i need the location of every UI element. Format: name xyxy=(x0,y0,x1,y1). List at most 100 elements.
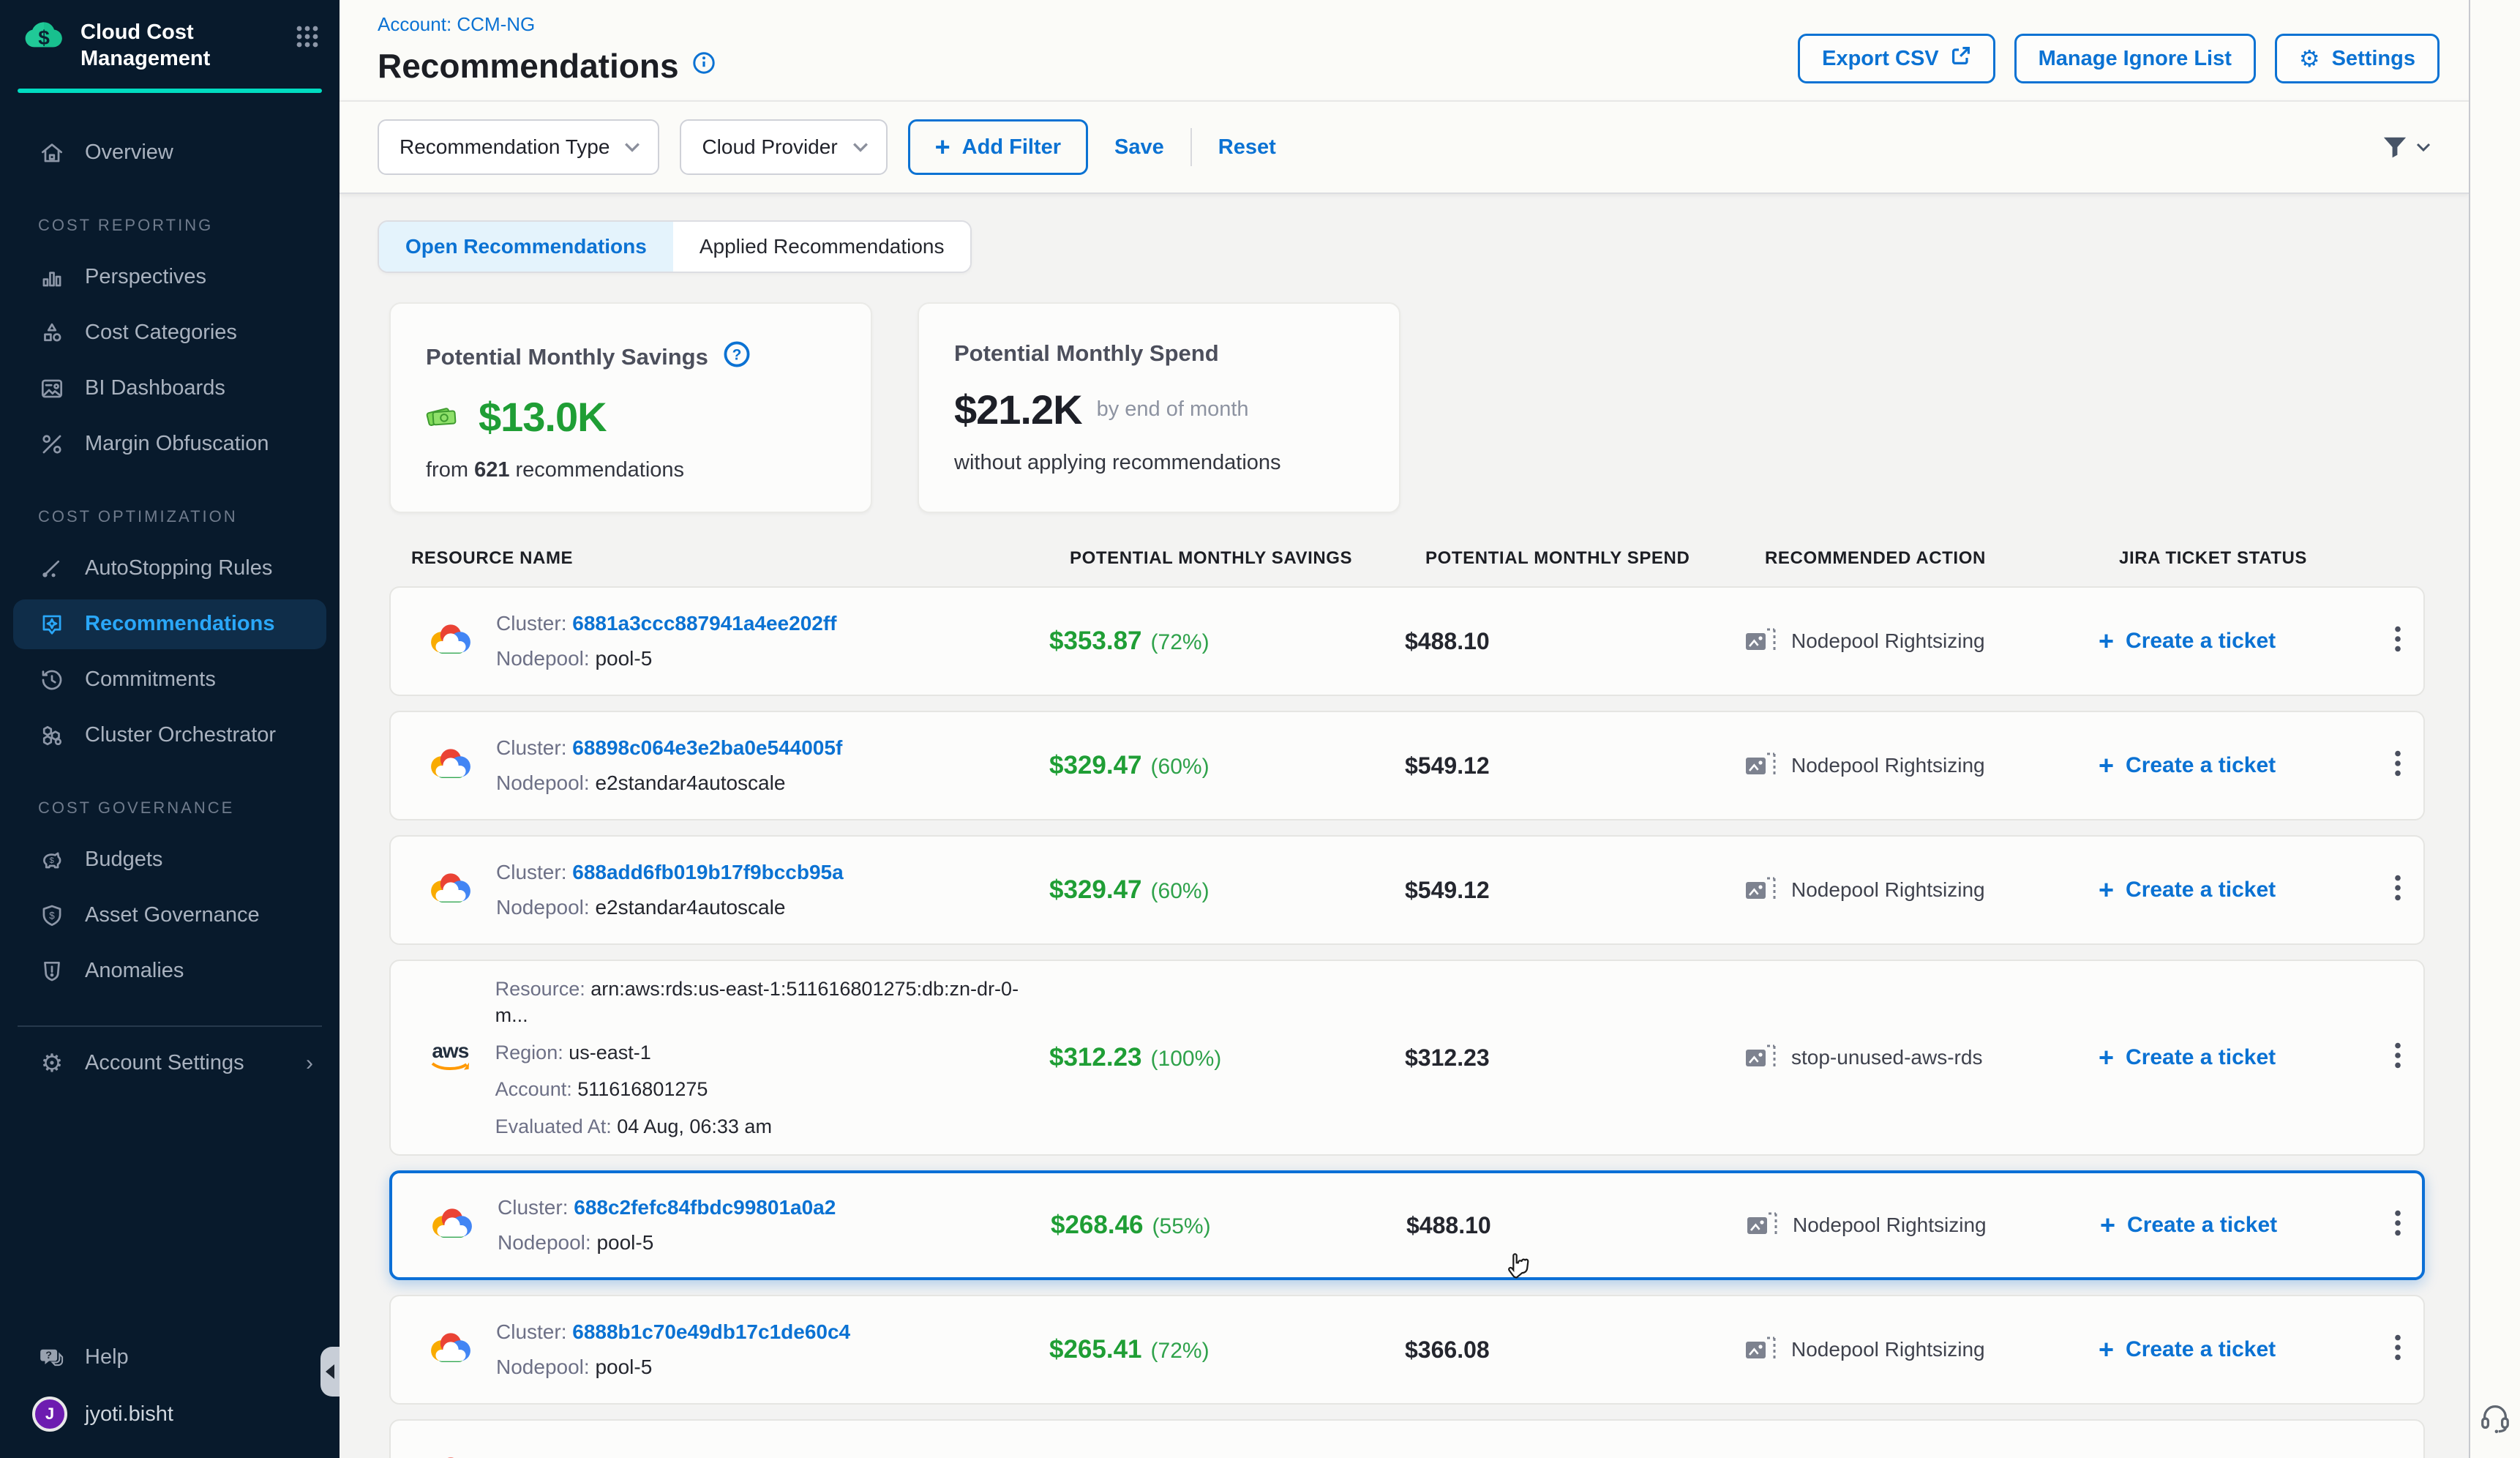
account-breadcrumb[interactable]: Account: CCM-NG xyxy=(378,13,716,36)
detail-label: Nodepool: xyxy=(496,896,595,919)
svg-text:$: $ xyxy=(50,856,54,865)
sidebar-item-label: Commitments xyxy=(85,668,216,692)
resource-detail-line: Cluster: 6881a3ccc887941a4ee202ff xyxy=(496,610,837,638)
action-label: stop-unused-aws-rds xyxy=(1791,1046,1982,1069)
sidebar-item-account-settings[interactable]: ⚙Account Settings› xyxy=(0,1039,340,1088)
sidebar-divider xyxy=(18,1025,322,1027)
sidebar-item-recommendations[interactable]: Recommendations xyxy=(13,599,326,649)
sidebar-item-anomalies[interactable]: Anomalies xyxy=(0,946,340,996)
aws-icon: aws xyxy=(426,1041,475,1074)
row-menu-button[interactable] xyxy=(2385,741,2410,791)
action-label: Nodepool Rightsizing xyxy=(1791,629,1985,653)
recommendation-count: 621 xyxy=(474,458,509,482)
divider xyxy=(1190,128,1192,166)
resource-detail-line: Nodepool: pool-5 xyxy=(496,1353,850,1381)
reset-filter-button[interactable]: Reset xyxy=(1212,135,1282,160)
cloud-provider-dropdown[interactable]: Cloud Provider xyxy=(680,119,887,175)
table-row[interactable]: Cluster: 6881a3ccc887941a4ee202ff Nodepoo… xyxy=(389,586,2425,696)
plus-icon: + xyxy=(2099,1044,2114,1071)
create-ticket-button[interactable]: +Create a ticket xyxy=(2099,877,2372,903)
table-row[interactable]: Cluster: 68898c064e3e2ba0e544005fNodepoo… xyxy=(389,711,2425,820)
content: Open Recommendations Applied Recommendat… xyxy=(340,194,2469,1458)
summary-cards: Potential Monthly Savings ? xyxy=(389,302,2431,513)
export-csv-button[interactable]: Export CSV xyxy=(1798,34,1995,83)
resource-detail-line: Region: us-east-1 xyxy=(495,1039,1040,1066)
table-row[interactable]: Cluster: 6886e92f59a48cad86b5b1c6$244.05… xyxy=(389,1419,2425,1458)
row-menu-button[interactable] xyxy=(2385,1325,2410,1375)
row-menu-button[interactable] xyxy=(2385,616,2410,667)
resource-link[interactable]: 6881a3ccc887941a4ee202ff xyxy=(572,612,836,635)
col-potential-monthly-savings: POTENTIAL MONTHLY SAVINGS xyxy=(1070,548,1425,569)
user-profile[interactable]: J jyoti.bisht xyxy=(0,1388,340,1440)
help-circle-icon[interactable]: ? xyxy=(723,340,751,374)
sidebar-item-cost-categories[interactable]: Cost Categories xyxy=(0,308,340,358)
resource-link[interactable]: 688c2fefc84fbdc99801a0a2 xyxy=(574,1196,836,1219)
sidebar-item-label: Cluster Orchestrator xyxy=(85,723,276,747)
sidebar-item-perspectives[interactable]: Perspectives xyxy=(0,253,340,302)
sidebar-item-autostopping-rules[interactable]: AutoStopping Rules xyxy=(0,544,340,594)
shield_dollar-icon: $ xyxy=(38,902,66,930)
recommendation-type-dropdown[interactable]: Recommendation Type xyxy=(378,119,659,175)
resource-detail-line: Evaluated At: 04 Aug, 06:33 am xyxy=(495,1113,1040,1140)
support-headset-icon[interactable] xyxy=(2478,1401,2512,1440)
create-ticket-button[interactable]: +Create a ticket xyxy=(2099,1336,2372,1363)
filter-panel-toggle[interactable] xyxy=(2381,135,2431,160)
percent-icon xyxy=(38,430,66,458)
resource-detail-line: Nodepool: pool-5 xyxy=(496,645,837,673)
resource-detail-line: Nodepool: e2standar4autoscale xyxy=(496,769,842,797)
gear-icon: ⚙ xyxy=(38,1049,66,1078)
module-grid-icon[interactable] xyxy=(296,25,319,54)
settings-button[interactable]: ⚙ Settings xyxy=(2275,34,2440,83)
gear-icon: ⚙ xyxy=(2299,45,2320,72)
sidebar-item-bi-dashboards[interactable]: BI Dashboards xyxy=(0,364,340,414)
resource-name-cell: Cluster: 6886e92f59a48cad86b5b1c6 xyxy=(391,1439,1049,1458)
detail-value: 511616801275 xyxy=(577,1078,708,1100)
row-menu-button[interactable] xyxy=(2385,1200,2410,1251)
detail-label: Resource: xyxy=(495,978,591,1000)
sidebar-item-margin-obfuscation[interactable]: Margin Obfuscation xyxy=(0,419,340,469)
table-row[interactable]: Cluster: 6888b1c70e49db17c1de60c4 Nodepoo… xyxy=(389,1295,2425,1405)
gcp-icon xyxy=(426,745,476,786)
create-ticket-button[interactable]: +Create a ticket xyxy=(2099,752,2372,779)
resource-detail-line: Account: 511616801275 xyxy=(495,1076,1040,1102)
sidebar-item-asset-governance[interactable]: $Asset Governance xyxy=(0,891,340,941)
recommend-icon xyxy=(38,610,66,638)
create-ticket-button[interactable]: +Create a ticket xyxy=(2100,1212,2374,1238)
spend-value: $21.2K xyxy=(954,386,1082,433)
spend-amount: $366.08 xyxy=(1405,1336,1490,1363)
tab-applied-recommendations[interactable]: Applied Recommendations xyxy=(673,222,971,272)
row-menu-button[interactable] xyxy=(2385,1033,2410,1083)
add-filter-button[interactable]: + Add Filter xyxy=(908,119,1088,175)
resource-link[interactable]: 6888b1c70e49db17c1de60c4 xyxy=(572,1320,850,1343)
plus-icon: + xyxy=(2099,628,2114,654)
recommendations-table: Cluster: 6881a3ccc887941a4ee202ff Nodepoo… xyxy=(389,586,2425,1458)
sidebar-item-budgets[interactable]: $Budgets xyxy=(0,835,340,885)
manage-ignore-list-button[interactable]: Manage Ignore List xyxy=(2014,34,2256,83)
table-row[interactable]: Cluster: 688c2fefc84fbdc99801a0a2Nodepoo… xyxy=(389,1170,2425,1280)
resource-link[interactable]: 688add6fb019b17f9bccb95a xyxy=(572,861,843,883)
create-ticket-button[interactable]: +Create a ticket xyxy=(2099,628,2372,654)
sidebar-item-commitments[interactable]: Commitments xyxy=(0,655,340,705)
main-area: Account: CCM-NG Recommendations xyxy=(340,0,2520,1458)
detail-label: Cluster: xyxy=(496,1320,572,1343)
sidebar-item-cluster-orchestrator[interactable]: Cluster Orchestrator xyxy=(0,711,340,760)
sidebar-item-overview[interactable]: Overview xyxy=(0,128,340,178)
resource-link[interactable]: 68898c064e3e2ba0e544005f xyxy=(572,736,842,759)
detail-value: pool-5 xyxy=(595,1356,652,1378)
create-ticket-button[interactable]: +Create a ticket xyxy=(2099,1044,2372,1071)
row-menu-button[interactable] xyxy=(2385,1449,2410,1458)
row-menu-button[interactable] xyxy=(2385,865,2410,916)
save-filter-button[interactable]: Save xyxy=(1109,135,1170,160)
table-row[interactable]: Cluster: 688add6fb019b17f9bccb95aNodepoo… xyxy=(389,835,2425,945)
spend-amount: $488.10 xyxy=(1405,628,1490,654)
sidebar-item-help[interactable]: ? Help xyxy=(0,1332,340,1382)
sidebar: $ Cloud Cost Management OverviewCOST REP… xyxy=(0,0,340,1458)
col-recommended-action: RECOMMENDED ACTION xyxy=(1765,548,2119,569)
savings-cell: $312.23(100%) xyxy=(1049,1043,1405,1072)
table-row[interactable]: awsResource: arn:aws:rds:us-east-1:51161… xyxy=(389,960,2425,1156)
chevron-down-icon xyxy=(2416,143,2431,152)
savings-cell: $265.41(72%) xyxy=(1049,1335,1405,1364)
sidebar-collapse-handle[interactable] xyxy=(320,1347,340,1397)
tab-open-recommendations[interactable]: Open Recommendations xyxy=(379,222,673,272)
info-icon[interactable] xyxy=(692,51,716,81)
